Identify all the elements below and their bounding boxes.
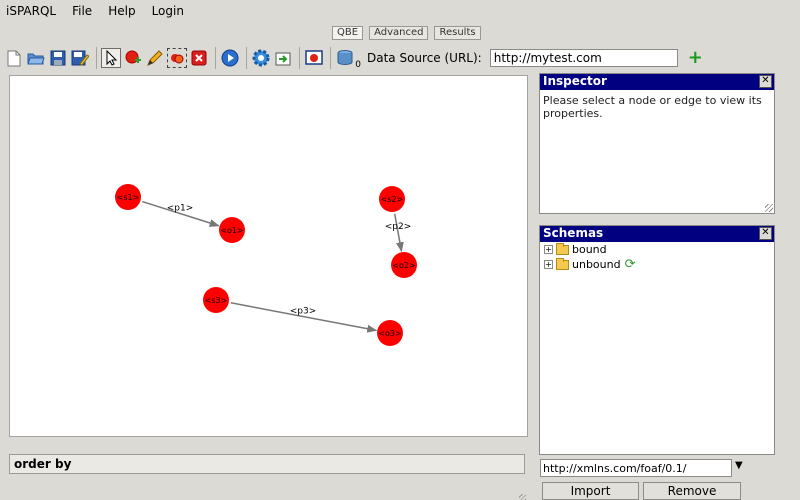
folder-icon: [556, 257, 569, 270]
tab-results[interactable]: Results: [434, 26, 481, 40]
graph-node-label[interactable]: <s2>: [381, 195, 404, 204]
expand-icon[interactable]: +: [544, 245, 553, 254]
settings-gear-icon[interactable]: [251, 48, 271, 68]
graph-edge-label[interactable]: <p2>: [385, 222, 412, 232]
tab-qbe[interactable]: QBE: [332, 26, 364, 40]
menu-bar: iSPARQL File Help Login: [0, 0, 800, 22]
view-tabs: QBE Advanced Results: [332, 26, 481, 40]
datasource-url-input[interactable]: [489, 49, 678, 67]
import-button[interactable]: Import: [542, 482, 639, 500]
save-as-icon[interactable]: [70, 48, 90, 68]
open-folder-icon[interactable]: [26, 48, 46, 68]
inspector-header: Inspector ✕: [540, 74, 774, 90]
graph-edge-label[interactable]: <p1>: [167, 204, 194, 214]
tree-item-label: unbound: [572, 258, 621, 271]
tree-item-bound[interactable]: + bound: [540, 242, 774, 257]
toolbar-separator: [330, 47, 331, 69]
menu-help[interactable]: Help: [108, 4, 135, 18]
toolbar: 0 Data Source (URL): +: [4, 44, 796, 72]
toolbar-separator: [299, 47, 300, 69]
tree-item-label: bound: [572, 243, 607, 256]
inspector-close-icon[interactable]: ✕: [759, 75, 772, 88]
schemas-close-icon[interactable]: ✕: [759, 227, 772, 240]
inspector-message: Please select a node or edge to view its…: [543, 94, 762, 120]
graph-node-label[interactable]: <o2>: [392, 261, 415, 270]
resize-grip-icon[interactable]: [519, 494, 526, 500]
delete-icon[interactable]: [189, 48, 209, 68]
graph-edge[interactable]: [393, 213, 404, 253]
schema-url-input[interactable]: [540, 459, 732, 477]
graph-node-label[interactable]: <s3>: [205, 296, 228, 305]
app-name: iSPARQL: [6, 4, 57, 18]
toolbar-separator: [215, 47, 216, 69]
save-icon[interactable]: [48, 48, 68, 68]
refresh-icon[interactable]: ⟳: [625, 258, 636, 271]
group-nodes-icon[interactable]: [167, 48, 187, 68]
database-icon[interactable]: 0: [335, 48, 361, 70]
expand-icon[interactable]: +: [544, 260, 553, 269]
menu-login[interactable]: Login: [152, 4, 184, 18]
datasource-label: Data Source (URL):: [367, 51, 482, 65]
graph-node-label[interactable]: <s1>: [117, 193, 140, 202]
graph-node-label[interactable]: <o1>: [220, 226, 243, 235]
graph-edge-label[interactable]: <p3>: [290, 307, 317, 317]
graph-node-label[interactable]: <o3>: [378, 329, 401, 338]
query-canvas[interactable]: <p1> <p2> <p3> <s1> <o1> <s2> <o2> <s3> <o3>: [9, 75, 528, 437]
new-document-icon[interactable]: [4, 48, 24, 68]
inspector-panel: Inspector ✕ Please select a node or edge…: [539, 73, 775, 214]
pencil-icon[interactable]: [145, 48, 165, 68]
toolbar-separator: [246, 47, 247, 69]
tab-advanced[interactable]: Advanced: [369, 26, 429, 40]
resize-grip-icon[interactable]: [765, 204, 773, 212]
run-query-icon[interactable]: [220, 48, 240, 68]
schema-dropdown-icon[interactable]: ▼: [735, 460, 743, 471]
query-graph[interactable]: <p1> <p2> <p3> <s1> <o1> <s2> <o2> <s3> <o3>: [10, 76, 527, 436]
export-icon[interactable]: [273, 48, 293, 68]
add-node-icon[interactable]: [123, 48, 143, 68]
add-datasource-icon[interactable]: +: [688, 49, 703, 67]
inspector-title: Inspector: [543, 74, 607, 88]
database-count: 0: [355, 60, 361, 70]
select-arrow-icon[interactable]: [101, 48, 121, 68]
schemas-panel: Schemas ✕ + bound + unbound ⟳: [539, 225, 775, 455]
order-by-bar[interactable]: order by: [9, 454, 525, 474]
menu-file[interactable]: File: [72, 4, 92, 18]
folder-icon: [556, 242, 569, 255]
tree-item-unbound[interactable]: + unbound ⟳: [540, 257, 774, 272]
schemas-header: Schemas ✕: [540, 226, 774, 242]
schemas-title: Schemas: [543, 226, 604, 240]
visualize-icon[interactable]: [304, 48, 324, 68]
toolbar-separator: [96, 47, 97, 69]
remove-button[interactable]: Remove: [643, 482, 741, 500]
